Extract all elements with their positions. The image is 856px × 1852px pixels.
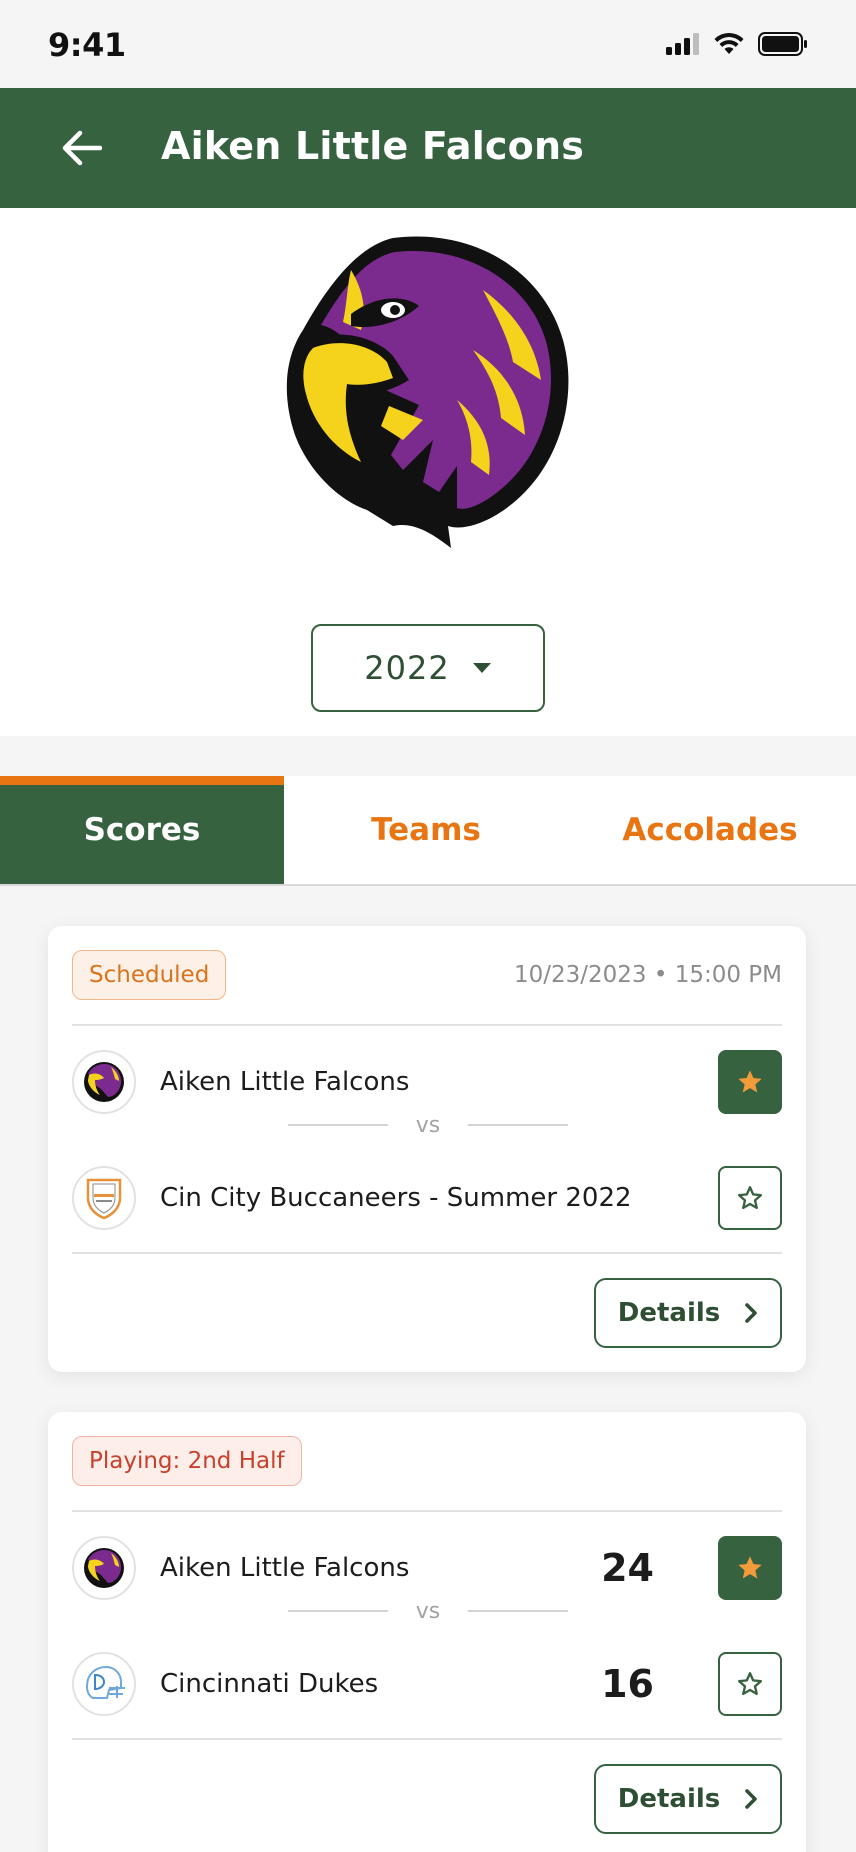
home-team-row: Aiken Little Falcons 24 (72, 1536, 782, 1600)
home-team-row: Aiken Little Falcons (72, 1050, 782, 1114)
cellular-signal-icon (666, 33, 699, 55)
details-button[interactable]: Details (594, 1278, 782, 1348)
divider (72, 1252, 782, 1254)
star-filled-icon (738, 1556, 762, 1579)
team-name: Aiken Little Falcons (160, 1553, 410, 1583)
tab-scores[interactable]: Scores (0, 776, 284, 884)
favorite-toggle[interactable] (718, 1652, 782, 1716)
star-filled-icon (738, 1070, 762, 1093)
favorite-toggle[interactable] (718, 1166, 782, 1230)
vs-separator: vs (288, 1596, 568, 1626)
star-outline-icon (737, 1186, 763, 1210)
divider (72, 1510, 782, 1512)
falcon-logo-icon (84, 1062, 124, 1102)
status-time: 9:41 (48, 26, 126, 64)
team-hero: 2022 (0, 208, 856, 736)
app-header: Aiken Little Falcons (0, 88, 856, 208)
game-datetime: 10/23/2023 • 15:00 PM (513, 962, 782, 988)
game-card: Playing: 2nd Half Aiken Little Falcons 2… (48, 1412, 806, 1852)
football-helmet-icon (85, 1665, 125, 1699)
team-name: Aiken Little Falcons (160, 1067, 410, 1097)
game-card: Scheduled 10/23/2023 • 15:00 PM Aiken Li… (48, 926, 806, 1372)
details-button[interactable]: Details (594, 1764, 782, 1834)
divider (72, 1738, 782, 1740)
team-name: Cincinnati Dukes (160, 1669, 379, 1699)
vs-line (467, 1610, 568, 1612)
tab-bar: Scores Teams Accolades (0, 776, 856, 886)
season-year-value: 2022 (364, 649, 450, 687)
team-avatar (72, 1652, 136, 1716)
vs-line (288, 1610, 388, 1612)
vs-label: vs (415, 1598, 441, 1624)
chevron-right-icon (745, 1303, 757, 1323)
team-logo (243, 230, 613, 600)
caret-down-icon (472, 663, 491, 673)
season-year-select[interactable]: 2022 (311, 624, 545, 712)
falcon-logo-icon (286, 236, 569, 548)
team-score: 24 (601, 1546, 654, 1590)
tab-accolades[interactable]: Accolades (568, 776, 852, 884)
game-status-badge: Scheduled (72, 950, 227, 1000)
details-label: Details (617, 1784, 721, 1814)
divider (72, 1024, 782, 1026)
details-label: Details (617, 1298, 721, 1328)
team-avatar (72, 1050, 136, 1114)
shield-crest-icon (86, 1178, 122, 1220)
star-outline-icon (737, 1672, 763, 1696)
vs-line (467, 1124, 568, 1126)
wifi-icon (714, 33, 744, 54)
team-avatar (72, 1166, 136, 1230)
chevron-right-icon (745, 1789, 757, 1809)
favorite-toggle[interactable] (718, 1536, 782, 1600)
vs-label: vs (415, 1112, 441, 1138)
team-name: Cin City Buccaneers - Summer 2022 (160, 1183, 632, 1213)
page-title: Aiken Little Falcons (161, 124, 585, 168)
tab-teams[interactable]: Teams (284, 776, 568, 884)
vs-separator: vs (288, 1110, 568, 1140)
arrow-left-icon (62, 130, 102, 166)
team-score: 16 (601, 1662, 654, 1706)
away-team-row: Cincinnati Dukes 16 (72, 1652, 782, 1716)
team-avatar (72, 1536, 136, 1600)
status-icons (666, 32, 808, 56)
falcon-logo-icon (84, 1548, 124, 1588)
favorite-toggle[interactable] (718, 1050, 782, 1114)
battery-icon (758, 32, 807, 56)
away-team-row: Cin City Buccaneers - Summer 2022 (72, 1166, 782, 1230)
status-bar: 9:41 (0, 0, 856, 88)
back-button[interactable] (58, 124, 106, 172)
vs-line (288, 1124, 388, 1126)
game-status-badge: Playing: 2nd Half (72, 1436, 302, 1486)
